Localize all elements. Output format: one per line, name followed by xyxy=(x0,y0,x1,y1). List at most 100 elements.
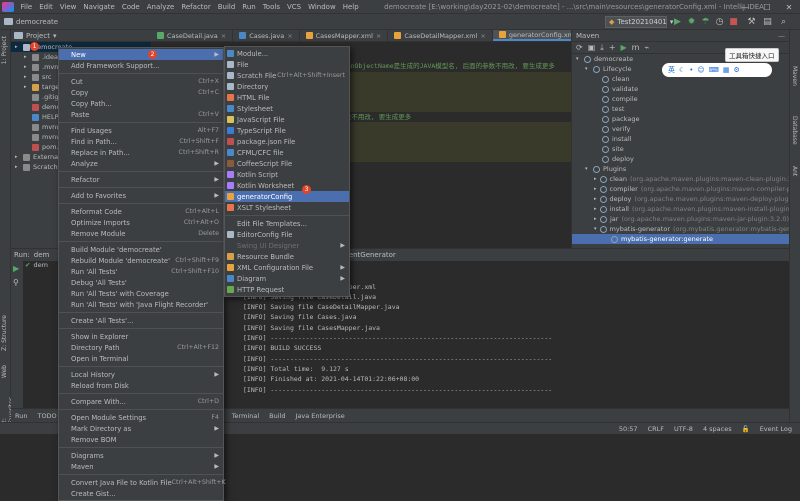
context-menu-item[interactable]: Run 'All Tests' with 'Java Flight Record… xyxy=(59,299,223,310)
ime-mode[interactable]: 英 xyxy=(668,65,675,75)
new-submenu-item[interactable]: Kotlin Worksheet xyxy=(225,180,349,191)
indent-setting[interactable]: 4 spaces xyxy=(703,425,732,433)
maven-tree-row[interactable]: ▸ compiler (org.apache.maven.plugins:maven… xyxy=(572,184,789,194)
coverage-icon[interactable]: ☂ xyxy=(700,16,711,27)
maven-tree-row[interactable]: ▸ deploy (org.apache.maven.plugins:maven-d… xyxy=(572,194,789,204)
smile-icon[interactable]: ☺ xyxy=(697,66,704,74)
expand-arrow-icon[interactable]: ▸ xyxy=(24,54,29,60)
maven-tree-row[interactable]: ▾ mybatis-generator (org.mybatis.generator… xyxy=(572,224,789,234)
run-maven-icon[interactable]: ▶ xyxy=(621,43,627,52)
new-submenu-item[interactable]: Swing UI Designer ▶ xyxy=(225,240,349,251)
context-menu-item[interactable]: Maven ▶ xyxy=(59,461,223,472)
expand-arrow-icon[interactable]: ▸ xyxy=(594,176,597,182)
lock-icon[interactable]: 🔓 xyxy=(742,425,750,433)
editor-tab[interactable]: CaseDetail.java × xyxy=(151,30,234,41)
maven-tree-row[interactable]: validate xyxy=(572,84,789,94)
context-menu-item[interactable]: Remove BOM xyxy=(59,434,223,445)
editor-tab[interactable]: CasesMapper.xml × xyxy=(300,30,389,41)
maven-tree-row[interactable]: test xyxy=(572,104,789,114)
maven-tree-row[interactable]: package xyxy=(572,114,789,124)
context-menu-item[interactable]: Mark Directory as ▶ xyxy=(59,423,223,434)
new-submenu-item[interactable]: XSLT Stylesheet xyxy=(225,202,349,213)
context-menu-item[interactable]: Build Module 'democreate' xyxy=(59,244,223,255)
project-tool-tab[interactable]: 1: Project xyxy=(1,36,8,64)
new-submenu-item[interactable]: Kotlin Script xyxy=(225,169,349,180)
context-menu-item[interactable]: Run 'All Tests' with Coverage xyxy=(59,288,223,299)
menu-item-analyze[interactable]: Analyze xyxy=(143,3,178,11)
build-icon[interactable]: ⚒ xyxy=(746,16,757,27)
close-tab-icon[interactable]: × xyxy=(376,32,381,40)
context-menu-item[interactable]: Convert Java File to Kotlin File Ctrl+Alt… xyxy=(59,477,226,488)
maven-tree-row[interactable]: ▸ install (org.apache.maven.plugins:maven-… xyxy=(572,204,789,214)
expand-arrow-icon[interactable]: ▸ xyxy=(24,64,29,70)
maximize-icon[interactable]: ☐ xyxy=(756,0,778,14)
context-menu-item[interactable]: Refactor ▶ xyxy=(59,174,223,185)
bottom-tool-java-enterprise[interactable]: Java Enterprise xyxy=(296,412,345,420)
menu-item-tools[interactable]: Tools xyxy=(259,3,283,11)
context-menu-item[interactable]: Analyze ▶ xyxy=(59,158,223,169)
run-tree-item[interactable]: dem xyxy=(33,261,47,269)
new-submenu-item[interactable]: package.json File xyxy=(225,136,349,147)
new-submenu-item[interactable]: Resource Bundle xyxy=(225,251,349,262)
maven-tree-row[interactable]: verify xyxy=(572,124,789,134)
maven-tree-row[interactable]: site xyxy=(572,144,789,154)
project-panel-title[interactable]: Project xyxy=(26,32,50,40)
new-submenu-item[interactable]: generatorConfig xyxy=(225,191,349,202)
expand-arrow-icon[interactable]: ▸ xyxy=(594,216,597,222)
menu-item-navigate[interactable]: Navigate xyxy=(80,3,118,11)
close-tab-icon[interactable]: × xyxy=(221,32,226,40)
context-menu-item[interactable]: Show in Explorer xyxy=(59,331,223,342)
maven-tool-tab[interactable]: Maven xyxy=(791,66,798,86)
expand-arrow-icon[interactable]: ▸ xyxy=(594,186,597,192)
breadcrumb-project[interactable]: democreate xyxy=(16,18,58,26)
bottom-tool-terminal[interactable]: Terminal xyxy=(232,412,259,420)
bottom-tool-todo[interactable]: TODO xyxy=(37,412,56,420)
profile-icon[interactable]: ◷ xyxy=(714,16,725,27)
debug-icon[interactable]: ✹ xyxy=(686,16,697,27)
new-submenu-item[interactable]: Module... xyxy=(225,48,349,59)
run-config-select[interactable]: ◆ Test20210401 ▾ xyxy=(605,16,673,28)
expand-arrow-icon[interactable]: ▸ xyxy=(24,74,29,80)
new-submenu-item[interactable]: Diagram ▶ xyxy=(225,273,349,284)
structure-tool-tab[interactable]: Z: Structure xyxy=(1,315,8,351)
context-menu-item[interactable]: Reformat Code Ctrl+Alt+L xyxy=(59,206,223,217)
context-menu-item[interactable]: Add to Favorites ▶ xyxy=(59,190,223,201)
new-submenu-item[interactable]: TypeScript File xyxy=(225,125,349,136)
pin-icon[interactable]: ⚲ xyxy=(13,278,23,287)
keyboard-icon[interactable]: ⌨ xyxy=(709,66,719,74)
expand-arrow-icon[interactable]: ▾ xyxy=(594,226,597,232)
context-menu-item[interactable]: Remove Module Delete xyxy=(59,228,223,239)
execute-goal-icon[interactable]: m xyxy=(632,43,640,52)
context-menu-item[interactable]: Copy Path... xyxy=(59,98,223,109)
dot-icon[interactable]: • xyxy=(689,66,693,74)
bottom-tool-run[interactable]: Run xyxy=(15,412,27,420)
close-tab-icon[interactable]: × xyxy=(287,32,292,40)
menu-item-window[interactable]: Window xyxy=(305,3,340,11)
new-submenu-item[interactable]: Directory xyxy=(225,81,349,92)
download-icon[interactable]: ⤓ xyxy=(600,43,604,53)
context-menu-item[interactable]: Create 'All Tests'... xyxy=(59,315,223,326)
web-tool-tab[interactable]: Web xyxy=(1,365,8,378)
context-menu-item[interactable]: Run 'All Tests' Ctrl+Shift+F10 xyxy=(59,266,223,277)
ant-tool-tab[interactable]: Ant xyxy=(791,166,798,176)
cursor-position[interactable]: 50:57 xyxy=(619,425,638,433)
close-icon[interactable]: ✕ xyxy=(778,0,800,14)
project-structure-icon[interactable]: ▤ xyxy=(762,16,773,27)
new-submenu-item[interactable]: HTTP Request xyxy=(225,284,349,295)
maven-tree-row[interactable]: ▾ Plugins xyxy=(572,164,789,174)
new-submenu-item[interactable]: HTML File xyxy=(225,92,349,103)
new-submenu-item[interactable]: File xyxy=(225,59,349,70)
expand-arrow-icon[interactable]: ▾ xyxy=(576,56,581,62)
context-menu-item[interactable]: Add Framework Support... xyxy=(59,60,223,71)
close-tab-icon[interactable]: × xyxy=(480,32,485,40)
context-menu-item[interactable]: Copy Ctrl+C xyxy=(59,87,223,98)
editor-tab[interactable]: Cases.java × xyxy=(233,30,300,41)
new-submenu-item[interactable]: XML Configuration File ▶ xyxy=(225,262,349,273)
menu-item-edit[interactable]: Edit xyxy=(36,3,57,11)
expand-arrow-icon[interactable]: ▾ xyxy=(585,66,590,72)
menu-item-build[interactable]: Build xyxy=(214,3,239,11)
context-menu-item[interactable]: Reload from Disk xyxy=(59,380,223,391)
maven-tree-row[interactable]: compile xyxy=(572,94,789,104)
file-encoding[interactable]: UTF-8 xyxy=(674,425,693,433)
context-menu-item[interactable]: New ▶ xyxy=(59,49,223,60)
